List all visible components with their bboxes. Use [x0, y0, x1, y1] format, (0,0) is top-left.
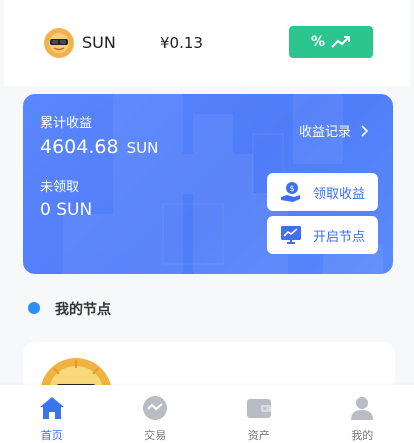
unclaimed-label: 未领取 — [40, 180, 80, 195]
percent-symbol: % — [310, 34, 326, 50]
sun-logo-icon — [45, 29, 73, 57]
tab-trade[interactable]: 交易 — [104, 385, 208, 443]
svg-text:$: $ — [289, 184, 294, 193]
unclaimed-amount: 0 — [40, 200, 51, 220]
token-name: SUN — [82, 33, 116, 52]
earnings-records-link[interactable]: 收益记录 — [299, 121, 369, 140]
tab-profile[interactable]: 我的 — [311, 385, 414, 443]
tab-trade-label: 交易 — [144, 429, 167, 442]
earnings-records-label: 收益记录 — [299, 125, 352, 140]
home-page: SUN ¥0.13 % 累计收益 4604.68 SUN 未领取 0 SUN 收… — [0, 0, 414, 443]
user-icon — [348, 395, 376, 421]
token-price: ¥0.13 — [160, 34, 203, 52]
tab-home[interactable]: 首页 — [0, 385, 104, 443]
total-earnings-amount: 4604.68 — [40, 136, 119, 158]
tab-profile-label: 我的 — [351, 429, 374, 442]
claim-earnings-label: 领取收益 — [313, 186, 366, 202]
bottom-tab-bar: 首页 交易 资产 我的 — [0, 385, 414, 443]
chart-board-icon — [279, 223, 303, 247]
claim-earnings-button[interactable]: $ 领取收益 — [267, 173, 378, 211]
unclaimed-value: 0 SUN — [40, 200, 92, 220]
trend-up-icon — [331, 36, 351, 48]
price-change-button[interactable]: % — [289, 26, 373, 58]
earnings-card: 累计收益 4604.68 SUN 未领取 0 SUN 收益记录 $ 领取收益 开… — [23, 94, 393, 274]
section-indicator-dot — [28, 302, 40, 314]
tab-assets[interactable]: 资产 — [207, 385, 311, 443]
total-earnings-value: 4604.68 SUN — [40, 136, 158, 158]
wallet-icon — [245, 395, 273, 421]
open-node-button[interactable]: 开启节点 — [267, 216, 378, 254]
tab-home-label: 首页 — [40, 429, 63, 442]
my-nodes-title: 我的节点 — [55, 302, 111, 318]
total-earnings-label: 累计收益 — [40, 116, 93, 131]
total-earnings-unit: SUN — [126, 139, 159, 157]
chevron-right-icon — [361, 124, 369, 137]
exchange-icon — [141, 395, 169, 421]
coin-hand-icon: $ — [279, 180, 303, 204]
home-icon — [38, 395, 66, 421]
tab-assets-label: 资产 — [247, 429, 270, 442]
open-node-label: 开启节点 — [313, 229, 366, 245]
sun-token-logo — [44, 28, 74, 58]
unclaimed-unit: SUN — [56, 200, 93, 220]
